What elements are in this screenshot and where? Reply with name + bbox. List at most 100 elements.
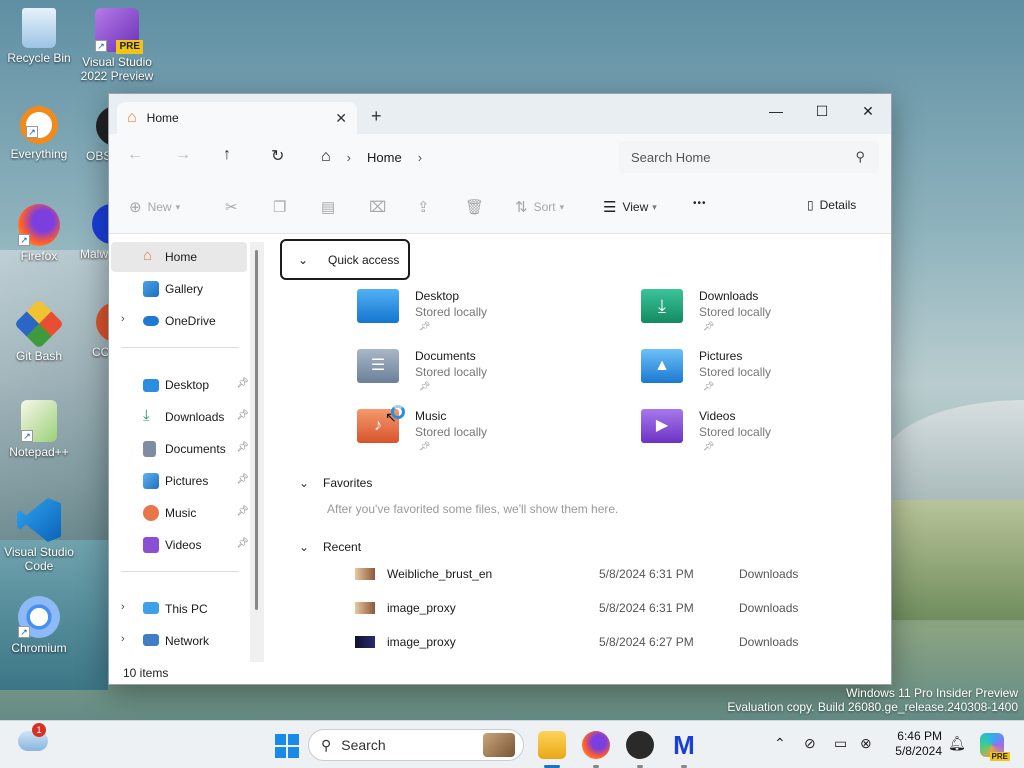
gallery-icon: [143, 281, 159, 297]
pin-icon[interactable]: 📌︎: [236, 506, 249, 517]
pin-icon[interactable]: 📌︎: [236, 378, 249, 389]
maximize-button[interactable]: ☐: [799, 98, 845, 124]
chevron-right-icon[interactable]: ›: [121, 633, 125, 645]
sidebar-item-onedrive[interactable]: › OneDrive: [111, 306, 247, 336]
onedrive-cloud-icon: [143, 316, 159, 326]
chevron-down-icon: ⌄: [298, 252, 309, 267]
desktop-icon-cc[interactable]: CC: [70, 302, 108, 359]
taskbar-search[interactable]: ⚲ Search: [308, 729, 524, 761]
file-explorer-taskbar-icon[interactable]: [538, 731, 566, 759]
desktop-icon-visual-studio-preview[interactable]: ↗ PRE Visual Studio 2022 Preview: [78, 8, 156, 83]
desktop-icon-obs[interactable]: OBS: [70, 106, 108, 163]
firefox-taskbar-icon[interactable]: [582, 731, 610, 759]
desktop-icon-git-bash[interactable]: Git Bash: [0, 299, 78, 363]
recent-row[interactable]: image_proxy 5/8/2024 6:31 PM Downloads: [355, 595, 885, 621]
taskbar: 1 ⚲ Search M ⌃ ⊘ ▭ ⊗ 6:46 PM 5/8/2024 🔔︎…: [0, 720, 1024, 768]
refresh-icon[interactable]: ↻: [271, 146, 284, 166]
documents-icon: [143, 441, 156, 457]
folder-tile-downloads[interactable]: ⤓ Downloads Stored locally 📌︎: [641, 289, 891, 341]
up-arrow-icon[interactable]: ↑: [223, 146, 231, 164]
tab-home[interactable]: ⌂ Home ✕: [117, 102, 357, 134]
sidebar-item-downloads[interactable]: ⤓ Downloads 📌︎: [111, 402, 249, 432]
desktop-icon-malwarebytes[interactable]: Malw: [70, 204, 108, 261]
desktop-icon-everything[interactable]: ↗ Everything: [0, 106, 78, 161]
pin-icon: 📌︎: [419, 441, 431, 451]
sidebar-item-pictures[interactable]: Pictures 📌︎: [111, 466, 249, 496]
breadcrumb[interactable]: Home: [367, 150, 402, 165]
breadcrumb-chevron-icon[interactable]: ›: [418, 150, 422, 165]
pin-icon[interactable]: 📌︎: [236, 442, 249, 453]
recent-row[interactable]: image_proxy 5/8/2024 6:27 PM Downloads: [355, 629, 885, 655]
notification-bell-icon[interactable]: 🔔︎: [948, 735, 966, 752]
new-tab-button[interactable]: +: [371, 106, 382, 127]
more-options-button[interactable]: •••: [693, 198, 707, 209]
folder-tile-pictures[interactable]: ▲ Pictures Stored locally 📌︎: [641, 349, 891, 401]
sidebar-item-this-pc[interactable]: › This PC: [111, 594, 247, 624]
sidebar-item-videos[interactable]: Videos 📌︎: [111, 530, 249, 560]
search-highlight-icon: [483, 733, 515, 757]
desktop-icon-firefox[interactable]: ↗ Firefox: [0, 204, 78, 263]
chevron-right-icon[interactable]: ›: [121, 313, 125, 325]
close-button[interactable]: ✕: [845, 98, 891, 124]
start-button[interactable]: [272, 731, 300, 759]
sidebar-item-music[interactable]: Music 📌︎: [111, 498, 249, 528]
system-clock[interactable]: 6:46 PM 5/8/2024: [886, 729, 942, 759]
copilot-icon[interactable]: PRE: [980, 733, 1010, 761]
share-button[interactable]: ⇪: [417, 198, 436, 216]
folder-tile-videos[interactable]: ▶ Videos Stored locally 📌︎: [641, 409, 891, 461]
sidebar-item-network[interactable]: › Network: [111, 626, 247, 656]
tab-close-icon[interactable]: ✕: [335, 110, 347, 127]
pin-icon: 📌︎: [703, 441, 715, 451]
delete-button[interactable]: 🗑︎: [465, 198, 490, 216]
favorites-header[interactable]: ⌄ Favorites: [299, 476, 372, 490]
sidebar-item-home[interactable]: ⌂ Home: [111, 242, 247, 272]
chevron-right-icon[interactable]: ›: [121, 601, 125, 613]
breadcrumb-separator-icon: ›: [346, 149, 352, 165]
desktop-icon-chromium[interactable]: ↗ Chromium: [0, 596, 78, 655]
sidebar-item-gallery[interactable]: Gallery: [111, 274, 247, 304]
pin-icon[interactable]: 📌︎: [236, 410, 249, 421]
firefox-icon: ↗: [18, 204, 60, 246]
image-file-icon: [355, 636, 375, 648]
view-button[interactable]: ☰ View ▾: [603, 198, 657, 216]
sidebar-divider: [121, 347, 239, 348]
network-disconnected-icon[interactable]: ⊘: [804, 735, 816, 752]
paste-button[interactable]: ▤: [321, 198, 341, 216]
address-bar[interactable]: ⌂ › Home ›: [311, 141, 601, 173]
folder-tile-documents[interactable]: ☰ Documents Stored locally 📌︎: [357, 349, 617, 401]
back-arrow-icon[interactable]: ←: [127, 146, 143, 164]
minimize-button[interactable]: —: [753, 98, 799, 124]
new-button[interactable]: ⊕ New ▾: [129, 198, 180, 216]
recent-header[interactable]: ⌄ Recent: [299, 540, 361, 554]
visual-studio-icon: ↗ PRE: [95, 8, 143, 54]
malwarebytes-taskbar-icon[interactable]: M: [670, 731, 698, 759]
recent-row[interactable]: Weibliche_brust_en 5/8/2024 6:31 PM Down…: [355, 561, 885, 587]
malwarebytes-icon: [92, 204, 108, 244]
pin-icon[interactable]: 📌︎: [236, 474, 249, 485]
obs-taskbar-icon[interactable]: [626, 731, 654, 759]
command-bar: ⊕ New ▾ ✂ ❐ ▤ ⌧ ⇪ 🗑︎ ⇅ Sort ▾ ☰ View ▾ •…: [109, 178, 891, 234]
cut-button[interactable]: ✂: [225, 198, 244, 216]
pictures-icon: [143, 473, 159, 489]
sidebar-item-desktop[interactable]: Desktop 📌︎: [111, 370, 249, 400]
search-input[interactable]: Search Home ⚲: [619, 141, 879, 173]
folder-tile-desktop[interactable]: Desktop Stored locally 📌︎: [357, 289, 617, 341]
pin-icon[interactable]: 📌︎: [236, 538, 249, 549]
details-button[interactable]: ▯ Details: [807, 198, 856, 212]
sort-button[interactable]: ⇅ Sort ▾: [515, 198, 564, 216]
sidebar-scrollbar[interactable]: [255, 250, 258, 610]
chromium-icon: ↗: [18, 596, 60, 638]
sidebar-item-documents[interactable]: Documents 📌︎: [111, 434, 249, 464]
desktop-icon-notepad-plus-plus[interactable]: ↗ Notepad++: [0, 400, 78, 459]
volume-muted-icon[interactable]: ⊗: [860, 735, 872, 752]
copy-button[interactable]: ❐: [273, 198, 292, 216]
desktop-icon-vscode[interactable]: Visual Studio Code: [0, 498, 78, 573]
forward-arrow-icon[interactable]: →: [175, 146, 191, 164]
show-hidden-icons-chevron-icon[interactable]: ⌃: [774, 735, 786, 752]
display-icon[interactable]: ▭: [834, 735, 847, 752]
folder-tile-music[interactable]: ♪ Music Stored locally 📌︎ ↖: [357, 405, 617, 461]
weather-widget-icon[interactable]: 1: [18, 723, 48, 751]
quick-access-header[interactable]: ⌄ Quick access: [280, 239, 410, 280]
rename-button[interactable]: ⌧: [369, 198, 392, 216]
desktop-icon-recycle-bin[interactable]: Recycle Bin: [0, 8, 78, 65]
